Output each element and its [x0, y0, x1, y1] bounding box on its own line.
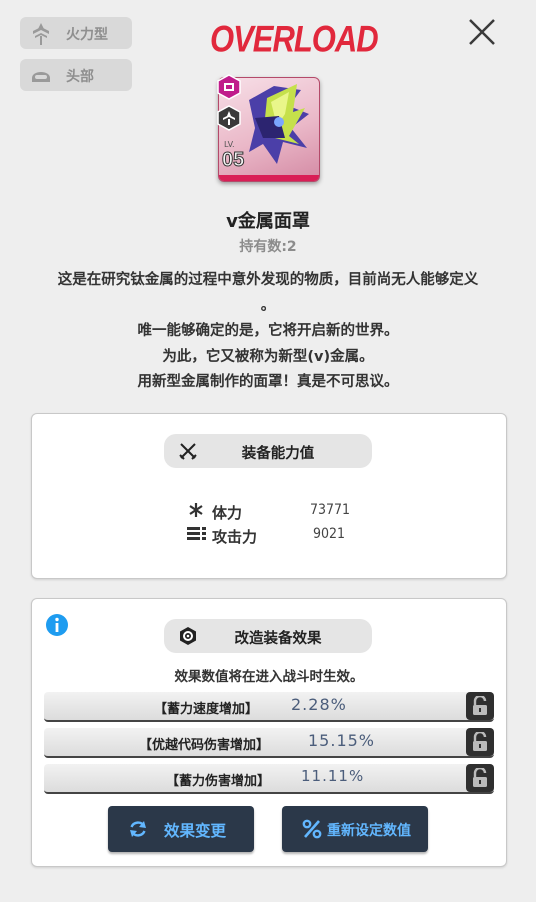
effect-name: 【优越代码伤害增加】 [139, 738, 270, 753]
description-line: 为此，它又被称为新型(v)金属。 [162, 348, 374, 365]
type-tag-label: 火力型 [66, 27, 108, 43]
stats-panel-header: 装备能力值 [164, 434, 372, 468]
effect-row: 【蓄力速度增加】 2.28% [44, 692, 494, 722]
effects-panel: 改造装备效果 效果数值将在进入战斗时生效。 【蓄力速度增加】 2.28% 【优越… [31, 598, 507, 867]
item-name: v金属面罩 [226, 211, 310, 232]
item-description: 这是在研究钛金属的过程中意外发现的物质，目前尚无人能够定义 。 唯一能够确定的是… [30, 268, 506, 396]
item-level: 05 [221, 149, 245, 172]
firepower-type-icon [29, 22, 53, 46]
effects-subtitle: 效果数值将在进入战斗时生效。 [174, 669, 364, 685]
unlock-icon[interactable] [466, 692, 494, 720]
slot-tag-label: 头部 [66, 69, 94, 85]
slot-tag: 头部 [20, 59, 132, 91]
info-icon[interactable] [45, 613, 69, 637]
description-line: 这是在研究钛金属的过程中意外发现的物质，目前尚无人能够定义 [57, 272, 479, 288]
description-line: 。 [260, 297, 276, 314]
effects-panel-header: 改造装备效果 [164, 619, 372, 653]
refresh-icon [128, 819, 148, 839]
unlock-icon[interactable] [466, 764, 494, 792]
unlock-icon[interactable] [466, 728, 494, 756]
effect-row: 【蓄力伤害增加】 11.11% [44, 764, 494, 794]
reset-values-label: 重新设定数值 [327, 823, 411, 839]
reset-values-button[interactable]: 重新设定数值 [282, 806, 428, 852]
owned-count: 持有数:2 [239, 239, 297, 255]
type-tag: 火力型 [20, 17, 132, 49]
description-line: 用新型金属制作的面罩！真是不可思议。 [137, 374, 399, 390]
change-effect-button[interactable]: 效果变更 [108, 806, 254, 852]
stat-label-hp: 体力 [212, 504, 243, 522]
close-icon[interactable] [466, 16, 498, 48]
rarity-bar [219, 175, 319, 181]
manufacturer-badge-icon [216, 74, 242, 100]
stats-panel-title: 装备能力值 [241, 446, 315, 462]
stat-value-attack: 9021 [313, 526, 346, 542]
stats-panel: 装备能力值 体力 73771 攻击力 9021 [31, 413, 507, 579]
helmet-icon [29, 64, 53, 88]
overload-logo: OVERLOAD [210, 18, 379, 60]
change-effect-label: 效果变更 [164, 822, 227, 840]
effects-panel-title: 改造装备效果 [234, 631, 322, 647]
attack-icon [187, 526, 207, 542]
effect-value: 2.28% [291, 695, 347, 714]
stat-label-attack: 攻击力 [212, 528, 258, 546]
effect-name: 【蓄力速度增加】 [154, 702, 259, 717]
stat-value-hp: 73771 [310, 502, 351, 518]
hp-icon [188, 502, 204, 518]
description-line: 唯一能够确定的是，它将开启新的世界。 [137, 323, 399, 339]
class-badge-icon [216, 105, 242, 131]
effect-value: 11.11% [301, 767, 365, 785]
effect-value: 15.15% [308, 731, 376, 750]
effect-name: 【蓄力伤害增加】 [166, 774, 271, 789]
percent-icon [302, 819, 322, 839]
level-prefix: LV. [224, 140, 235, 149]
effect-row: 【优越代码伤害增加】 15.15% [44, 728, 494, 758]
